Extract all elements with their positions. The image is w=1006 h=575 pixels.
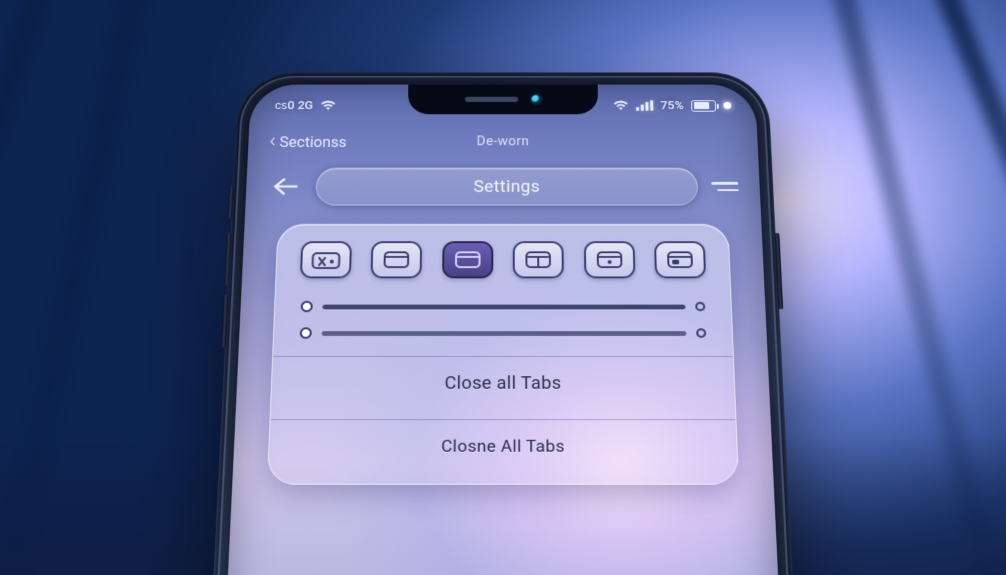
tab-option-2[interactable] bbox=[371, 241, 423, 278]
pill-title: Settings bbox=[474, 177, 541, 196]
close-all-tabs-button-2[interactable]: Closne All Tabs bbox=[289, 420, 718, 474]
recording-indicator-icon bbox=[723, 102, 731, 109]
settings-card: Close all Tabs Closne All Tabs bbox=[267, 224, 739, 485]
tab-row bbox=[295, 241, 710, 293]
title-pill[interactable]: Settings bbox=[315, 168, 698, 206]
menu-button[interactable] bbox=[711, 182, 738, 191]
tab-option-3-selected[interactable] bbox=[442, 241, 493, 278]
chevron-left-icon: ‹ bbox=[269, 132, 276, 152]
tab-option-6[interactable] bbox=[654, 241, 706, 278]
wifi-icon bbox=[320, 100, 336, 111]
tab-option-4[interactable] bbox=[513, 241, 564, 278]
notch bbox=[408, 85, 598, 115]
volume-down-button bbox=[221, 294, 229, 347]
slider-end-icon bbox=[696, 328, 706, 338]
window-dot-icon bbox=[595, 250, 623, 270]
window-selected-icon bbox=[454, 250, 482, 270]
action-label: Close all Tabs bbox=[444, 373, 561, 393]
tab-option-5[interactable] bbox=[583, 241, 635, 278]
slider-1[interactable] bbox=[294, 293, 711, 319]
close-all-tabs-button[interactable]: Close all Tabs bbox=[291, 357, 715, 409]
arrow-left-icon bbox=[272, 177, 298, 195]
pill-back-button[interactable] bbox=[267, 170, 303, 203]
back-button[interactable]: ‹ Sectionss bbox=[269, 132, 347, 152]
phone-screen: ᴄꜱ0 2G 75% ‹ Sectionss De-worn bbox=[221, 85, 785, 575]
battery-text: 75% bbox=[660, 99, 684, 112]
mute-switch bbox=[227, 187, 233, 218]
wifi-icon bbox=[613, 100, 628, 111]
slider-start-icon bbox=[300, 327, 312, 338]
back-label: Sectionss bbox=[279, 133, 347, 150]
window-icon bbox=[383, 250, 411, 270]
menu-icon bbox=[711, 182, 738, 184]
battery-icon bbox=[691, 100, 716, 111]
slider-start-icon bbox=[301, 301, 313, 312]
tab-option-1[interactable] bbox=[300, 241, 352, 278]
volume-up-button bbox=[224, 233, 231, 285]
nav-title: De-worn bbox=[477, 135, 530, 149]
window-alt-icon bbox=[666, 250, 694, 270]
slider-track bbox=[322, 331, 687, 336]
slider-track bbox=[322, 304, 685, 309]
action-label: Closne All Tabs bbox=[441, 437, 565, 457]
carrier-text: ᴄꜱ0 2G bbox=[275, 99, 314, 113]
slider-end-icon bbox=[695, 302, 705, 311]
slider-2[interactable] bbox=[293, 320, 712, 347]
close-tab-icon bbox=[311, 250, 341, 270]
phone-frame: ᴄꜱ0 2G 75% ‹ Sectionss De-worn bbox=[206, 72, 801, 575]
nav-bar: ‹ Sectionss De-worn bbox=[248, 127, 758, 157]
power-button bbox=[774, 233, 783, 309]
window-split-icon bbox=[525, 250, 553, 270]
signal-icon bbox=[636, 100, 653, 111]
front-camera bbox=[531, 95, 541, 104]
earpiece bbox=[465, 97, 518, 102]
